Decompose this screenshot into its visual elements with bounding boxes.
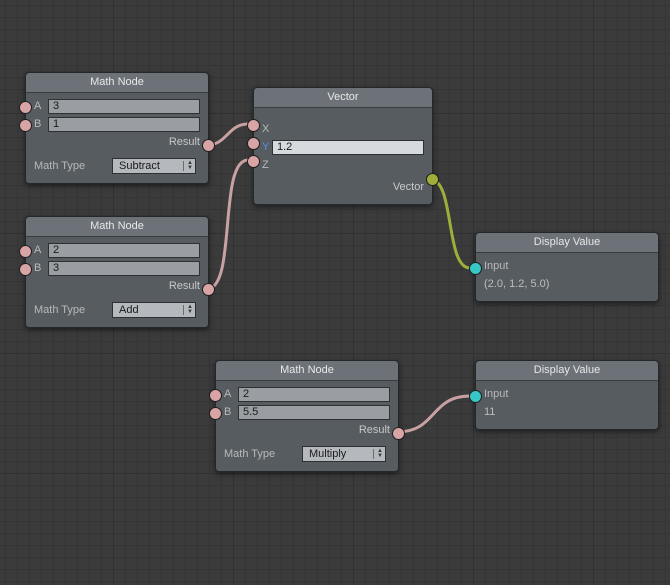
- node-title: Display Value: [476, 233, 658, 253]
- display-value-text: 11: [484, 403, 650, 421]
- port-output-result[interactable]: [392, 427, 405, 440]
- input-z-label: Z: [262, 159, 332, 171]
- math-node-2[interactable]: Math Node A B Result Math Type Add ▲▼: [25, 216, 209, 328]
- input-b-label: B: [34, 262, 48, 274]
- port-input[interactable]: [469, 390, 482, 403]
- result-output-label: Result: [224, 421, 390, 439]
- port-output-result[interactable]: [202, 139, 215, 152]
- display-value-node-2[interactable]: Display Value Input 11: [475, 360, 659, 430]
- display-value-text: (2.0, 1.2, 5.0): [484, 275, 650, 293]
- node-editor-canvas[interactable]: Math Node A B Result Math Type Subtract …: [0, 0, 670, 585]
- dropdown-arrows-icon: ▲▼: [183, 161, 193, 171]
- vector-node[interactable]: Vector X Y Z Vector: [253, 87, 433, 205]
- math-node-3[interactable]: Math Node A B Result Math Type Multiply …: [215, 360, 399, 472]
- input-x-label: X: [262, 123, 332, 135]
- input-y-field[interactable]: [272, 140, 424, 155]
- input-a-label: A: [34, 100, 48, 112]
- port-input-x[interactable]: [247, 119, 260, 132]
- math-type-label: Math Type: [34, 304, 112, 316]
- port-input-z[interactable]: [247, 155, 260, 168]
- input-a-label: A: [34, 244, 48, 256]
- input-label: Input: [484, 388, 562, 400]
- math-node-1[interactable]: Math Node A B Result Math Type Subtract …: [25, 72, 209, 184]
- node-title: Math Node: [26, 217, 208, 237]
- math-type-label: Math Type: [34, 160, 112, 172]
- input-a-field[interactable]: [48, 243, 200, 258]
- result-output-label: Result: [34, 133, 200, 151]
- input-b-label: B: [224, 406, 238, 418]
- dropdown-arrows-icon: ▲▼: [373, 449, 383, 459]
- input-y-label: Y: [262, 141, 272, 153]
- input-a-label: A: [224, 388, 238, 400]
- input-b-field[interactable]: [48, 117, 200, 132]
- port-input-b[interactable]: [19, 263, 32, 276]
- input-b-field[interactable]: [48, 261, 200, 276]
- port-input-b[interactable]: [19, 119, 32, 132]
- port-input-y[interactable]: [247, 137, 260, 150]
- node-title: Math Node: [216, 361, 398, 381]
- input-a-field[interactable]: [238, 387, 390, 402]
- vector-output-label: Vector: [262, 178, 424, 196]
- node-title: Display Value: [476, 361, 658, 381]
- math-type-dropdown[interactable]: Multiply ▲▼: [302, 446, 386, 462]
- input-a-field[interactable]: [48, 99, 200, 114]
- port-input[interactable]: [469, 262, 482, 275]
- input-b-label: B: [34, 118, 48, 130]
- node-title: Math Node: [26, 73, 208, 93]
- result-output-label: Result: [34, 277, 200, 295]
- input-b-field[interactable]: [238, 405, 390, 420]
- port-input-a[interactable]: [19, 245, 32, 258]
- dropdown-arrows-icon: ▲▼: [183, 305, 193, 315]
- port-input-a[interactable]: [209, 389, 222, 402]
- port-input-a[interactable]: [19, 101, 32, 114]
- input-label: Input: [484, 260, 562, 272]
- port-input-b[interactable]: [209, 407, 222, 420]
- port-output-result[interactable]: [202, 283, 215, 296]
- math-type-dropdown[interactable]: Add ▲▼: [112, 302, 196, 318]
- node-title: Vector: [254, 88, 432, 108]
- port-output-vector[interactable]: [426, 173, 439, 186]
- math-type-label: Math Type: [224, 448, 302, 460]
- display-value-node-1[interactable]: Display Value Input (2.0, 1.2, 5.0): [475, 232, 659, 302]
- math-type-dropdown[interactable]: Subtract ▲▼: [112, 158, 196, 174]
